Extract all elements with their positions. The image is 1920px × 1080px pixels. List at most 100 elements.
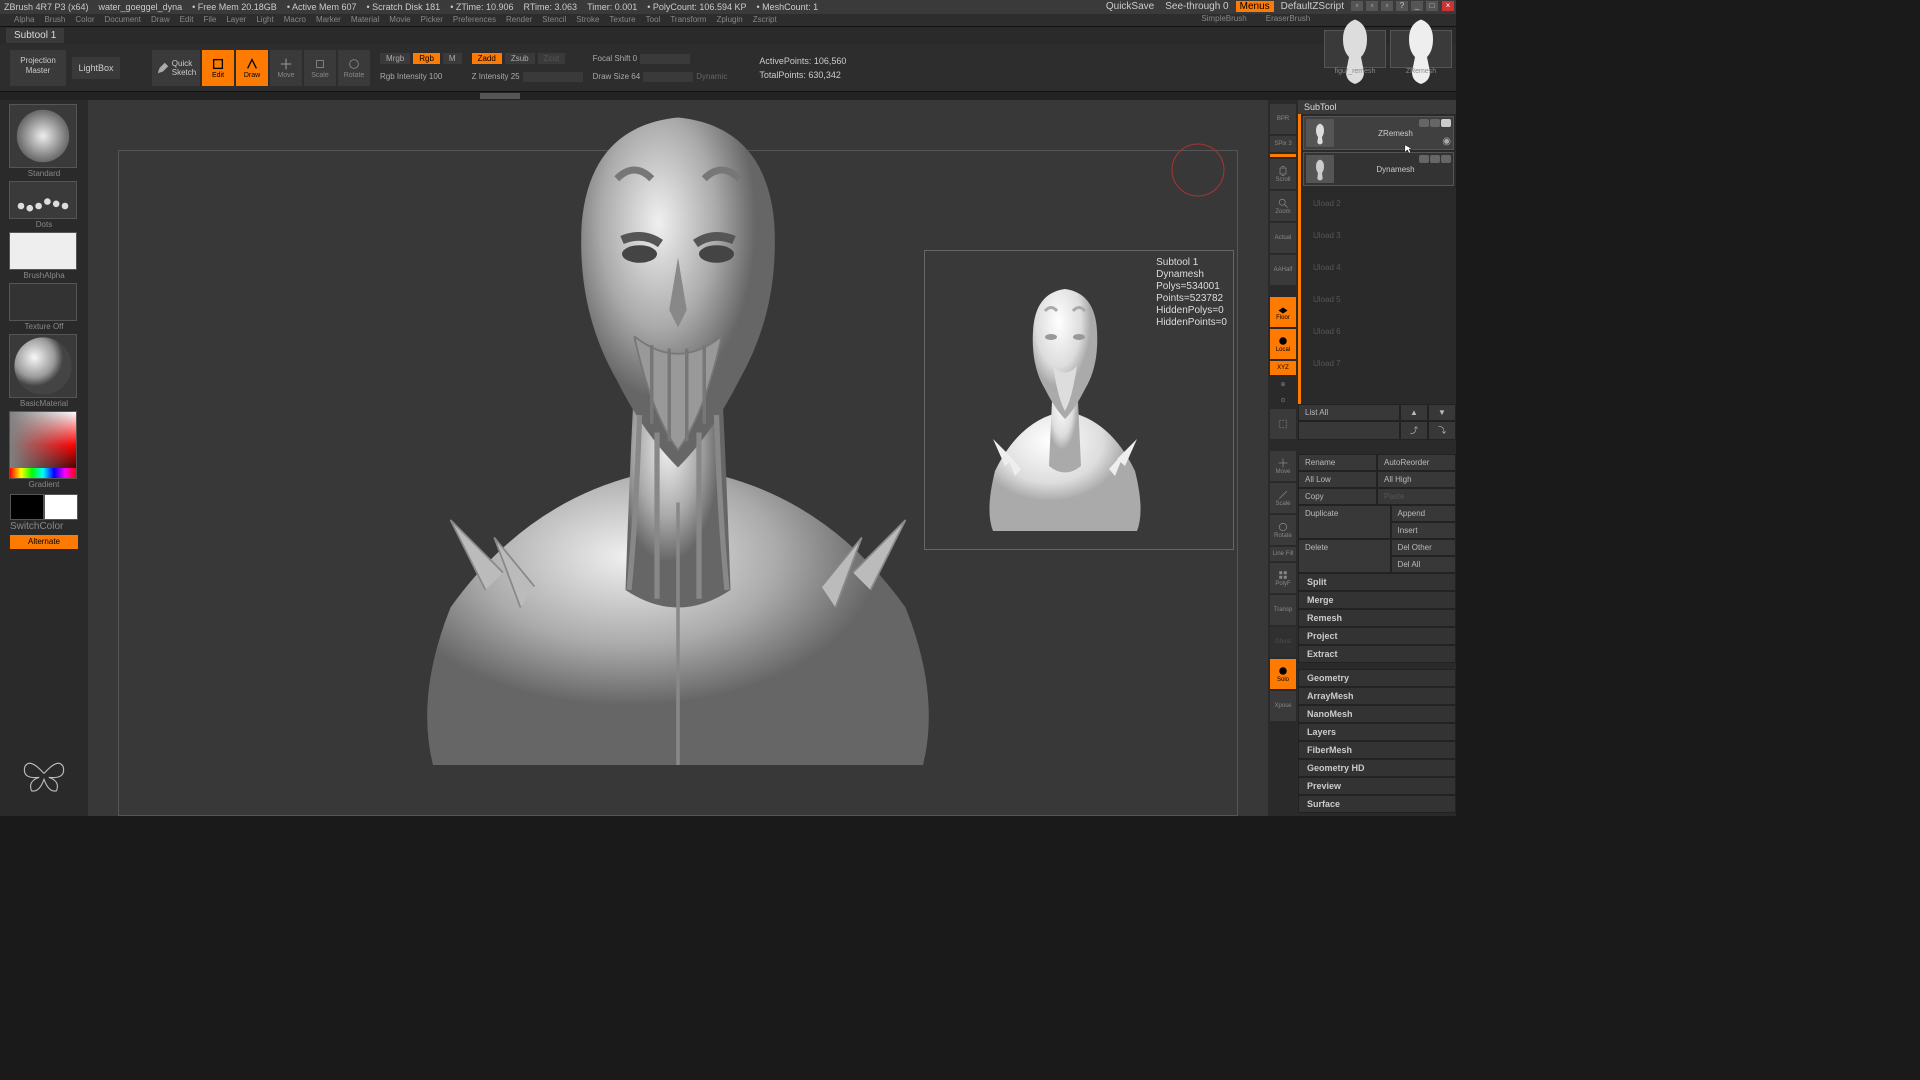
allhigh-button[interactable]: All High (1377, 471, 1456, 488)
layers-section[interactable]: Layers (1298, 723, 1456, 741)
polyf-button[interactable]: PolyF (1270, 563, 1296, 593)
copy-button[interactable]: Copy (1298, 488, 1377, 505)
quicksave-button[interactable]: QuickSave (1102, 1, 1158, 12)
menu-item[interactable]: Preferences (453, 14, 496, 26)
remesh-section[interactable]: Remesh (1298, 609, 1456, 627)
frame-button[interactable] (1270, 409, 1296, 439)
aahalf-button[interactable]: AAHalf (1270, 255, 1296, 285)
xpose-button[interactable]: Xpose (1270, 691, 1296, 721)
stroke-thumb[interactable] (9, 181, 77, 219)
sys-btn[interactable]: ▫ (1351, 1, 1363, 11)
m-toggle[interactable]: M (443, 53, 462, 64)
menu-item[interactable]: Alpha (14, 14, 34, 26)
arraymesh-section[interactable]: ArrayMesh (1298, 687, 1456, 705)
menu-item[interactable]: Marker (316, 14, 341, 26)
menu-item[interactable]: Render (506, 14, 532, 26)
linefill-button[interactable]: Line Fill (1270, 547, 1296, 561)
transp-button[interactable]: Transp (1270, 595, 1296, 625)
delall-button[interactable]: Del All (1391, 556, 1456, 573)
menu-item[interactable]: Picker (421, 14, 443, 26)
zoom-button[interactable]: Zoom (1270, 191, 1296, 221)
duplicate-button[interactable]: Duplicate (1298, 505, 1391, 539)
listall-button[interactable]: List All (1298, 404, 1400, 421)
fibermesh-section[interactable]: FiberMesh (1298, 741, 1456, 759)
menu-item[interactable]: File (203, 14, 216, 26)
surface-section[interactable]: Surface (1298, 795, 1456, 813)
paste-button[interactable]: Paste (1377, 488, 1456, 505)
menu-item[interactable]: Transform (670, 14, 706, 26)
scroll-button[interactable]: Scroll (1270, 159, 1296, 189)
merge-section[interactable]: Merge (1298, 591, 1456, 609)
material-thumb[interactable] (9, 334, 77, 398)
zcut-toggle[interactable]: Zcut (538, 53, 566, 64)
z-intensity-slider[interactable]: Z Intensity 25 (472, 72, 520, 81)
menu-item[interactable]: Layer (226, 14, 246, 26)
menu-item[interactable]: Texture (609, 14, 635, 26)
menu-item[interactable]: Stencil (542, 14, 566, 26)
menu-item[interactable]: Document (105, 14, 141, 26)
menu-item[interactable]: Brush (44, 14, 65, 26)
geometryhd-section[interactable]: Geometry HD (1298, 759, 1456, 777)
extract-section[interactable]: Extract (1298, 645, 1456, 663)
delete-button[interactable]: Delete (1298, 539, 1391, 573)
tool-thumb[interactable] (1324, 30, 1386, 68)
subtool-item[interactable]: Dynamesh (1303, 152, 1454, 186)
seethrough-slider[interactable]: See-through 0 (1161, 1, 1232, 12)
projection-master-button[interactable]: ProjectionMaster (10, 50, 66, 86)
rgb-intensity-slider[interactable]: Rgb Intensity 100 (380, 72, 442, 81)
zadd-toggle[interactable]: Zadd (472, 53, 502, 64)
quicksketch-button[interactable]: QuickSketch (152, 50, 200, 86)
subtool-item[interactable]: ZRemesh ◉ (1303, 116, 1454, 150)
append-button[interactable]: Append (1391, 505, 1456, 522)
lightbox-button[interactable]: LightBox (72, 57, 120, 79)
close-button[interactable]: × (1442, 1, 1454, 11)
move-mode-button[interactable]: Move (270, 50, 302, 86)
draw-size-slider[interactable]: Draw Size 64 (593, 72, 641, 81)
sys-btn[interactable]: ▫ (1366, 1, 1378, 11)
eye-icon[interactable]: ◉ (1442, 136, 1451, 147)
alpha-thumb[interactable] (9, 232, 77, 270)
focal-shift-slider[interactable]: Focal Shift 0 (593, 54, 637, 63)
autoreorder-button[interactable]: AutoReorder (1377, 454, 1456, 471)
project-section[interactable]: Project (1298, 627, 1456, 645)
swatches[interactable] (10, 494, 78, 520)
zsub-toggle[interactable]: Zsub (505, 53, 535, 64)
brush-thumb[interactable] (9, 104, 77, 168)
menu-item[interactable]: Tool (646, 14, 661, 26)
menu-item[interactable]: Edit (180, 14, 194, 26)
menu-item[interactable]: Stroke (576, 14, 599, 26)
bpr-button[interactable]: BPR (1270, 104, 1296, 134)
ghost-button[interactable]: Ghost (1270, 627, 1296, 657)
split-section[interactable]: Split (1298, 573, 1456, 591)
texture-thumb[interactable] (9, 283, 77, 321)
alllow-button[interactable]: All Low (1298, 471, 1377, 488)
alternate-button[interactable]: Alternate (10, 535, 78, 549)
movedown-button[interactable]: ▼ (1428, 404, 1456, 421)
color-picker[interactable] (9, 411, 77, 479)
insert-button[interactable]: Insert (1391, 522, 1456, 539)
rgb-toggle[interactable]: Rgb (413, 53, 440, 64)
menus-button[interactable]: Menus (1236, 1, 1274, 12)
menu-item[interactable]: Light (256, 14, 273, 26)
down-arrow-button[interactable]: ⤵ (1428, 421, 1456, 440)
maximize-button[interactable]: □ (1426, 1, 1438, 11)
sys-btn[interactable]: ▫ (1381, 1, 1393, 11)
move-button[interactable]: Move (1270, 451, 1296, 481)
script-label[interactable]: DefaultZScript (1277, 1, 1348, 12)
edit-mode-button[interactable]: Edit (202, 50, 234, 86)
nanomesh-section[interactable]: NanoMesh (1298, 705, 1456, 723)
rename-button[interactable]: Rename (1298, 454, 1377, 471)
rotate-mode-button[interactable]: Rotate (338, 50, 370, 86)
moveup-button[interactable]: ▲ (1400, 404, 1428, 421)
preview-section[interactable]: Preview (1298, 777, 1456, 795)
menu-item[interactable]: Zscript (753, 14, 777, 26)
floor-button[interactable]: Floor (1270, 297, 1296, 327)
up-arrow-button[interactable]: ⤴ (1400, 421, 1428, 440)
tool-thumb[interactable] (1390, 30, 1452, 68)
shelf-scrollbar[interactable] (0, 92, 1456, 100)
delother-button[interactable]: Del Other (1391, 539, 1456, 556)
scale-button[interactable]: Scale (1270, 483, 1296, 513)
viewport[interactable]: Subtool 1 Dynamesh Polys=534001 Points=5… (88, 100, 1268, 816)
menu-item[interactable]: Material (351, 14, 379, 26)
local-button[interactable]: Local (1270, 329, 1296, 359)
